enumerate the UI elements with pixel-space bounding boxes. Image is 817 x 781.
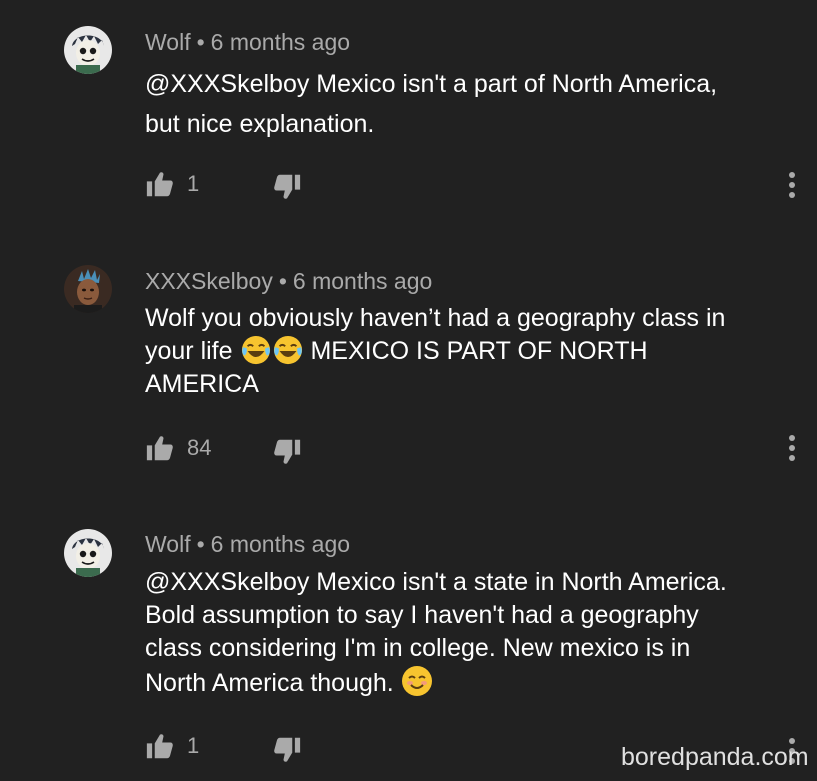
comment-line-segment: MEXICO IS PART OF NORTH xyxy=(310,337,648,365)
dislike-action xyxy=(272,173,302,201)
thumbs-up-icon[interactable] xyxy=(145,434,175,462)
author-name[interactable]: XXXSkelboy xyxy=(145,268,273,294)
like-action: 1 xyxy=(145,170,199,198)
comment-line: class considering I'm in college. New me… xyxy=(145,634,691,662)
comment-line: but nice explanation. xyxy=(145,110,375,138)
comment-text: Wolf you obviously haven’t had a geograp… xyxy=(145,302,805,401)
tears-of-joy-emoji-icon xyxy=(240,335,272,365)
like-action: 1 xyxy=(145,732,199,760)
more-options-icon[interactable] xyxy=(786,171,798,199)
avatar[interactable] xyxy=(64,265,112,313)
like-count: 1 xyxy=(187,171,200,196)
comment-line: Wolf you obviously haven’t had a geograp… xyxy=(145,304,726,332)
comment-timestamp[interactable]: 6 months ago xyxy=(211,29,350,55)
thumbs-down-icon[interactable] xyxy=(272,173,302,201)
avatar[interactable] xyxy=(64,529,112,577)
like-count: 84 xyxy=(187,435,212,460)
comment-line: Bold assumption to say I haven't had a g… xyxy=(145,601,699,629)
thumbs-up-icon[interactable] xyxy=(145,170,175,198)
thumbs-down-icon[interactable] xyxy=(272,736,302,764)
comment-meta: Wolf • 6 months ago xyxy=(145,29,350,56)
comment-line: @XXXSkelboy Mexico isn't a part of North… xyxy=(145,70,718,98)
meta-separator: • xyxy=(196,531,205,557)
comment-line: North America though. xyxy=(145,665,805,700)
thumbs-up-icon[interactable] xyxy=(145,732,175,760)
thumbs-down-icon[interactable] xyxy=(272,438,302,466)
more-options-icon[interactable] xyxy=(786,434,798,462)
like-count: 1 xyxy=(187,733,200,758)
comment-line: @XXXSkelboy Mexico isn't a state in Nort… xyxy=(145,568,727,596)
meta-separator: • xyxy=(196,29,205,55)
comment-line: AMERICA xyxy=(145,370,259,398)
dislike-action xyxy=(272,438,302,466)
author-name[interactable]: Wolf xyxy=(145,531,191,557)
comment-line: your life MEXICO IS PART OF NORTH xyxy=(145,335,805,368)
smiling-face-emoji-icon xyxy=(401,665,433,697)
comment-line-segment: your life xyxy=(145,337,233,365)
watermark: boredpanda.com xyxy=(621,743,809,771)
comment-timestamp[interactable]: 6 months ago xyxy=(293,268,432,294)
comment-timestamp[interactable]: 6 months ago xyxy=(211,531,350,557)
comment-text: @XXXSkelboy Mexico isn't a state in Nort… xyxy=(145,566,805,700)
meta-separator: • xyxy=(278,268,287,294)
cartoon-face-avatar-icon xyxy=(64,26,112,74)
dark-portrait-avatar-icon xyxy=(64,265,112,313)
dislike-action xyxy=(272,736,302,764)
comment-line-segment: North America though. xyxy=(145,669,394,697)
tears-of-joy-emoji-icon xyxy=(272,335,304,365)
comment-text: @XXXSkelboy Mexico isn't a part of North… xyxy=(145,64,805,144)
comment-meta: XXXSkelboy • 6 months ago xyxy=(145,268,432,295)
comment-meta: Wolf • 6 months ago xyxy=(145,531,350,558)
like-action: 84 xyxy=(145,434,211,462)
avatar[interactable] xyxy=(64,26,112,74)
author-name[interactable]: Wolf xyxy=(145,29,191,55)
cartoon-face-avatar-icon xyxy=(64,529,112,577)
